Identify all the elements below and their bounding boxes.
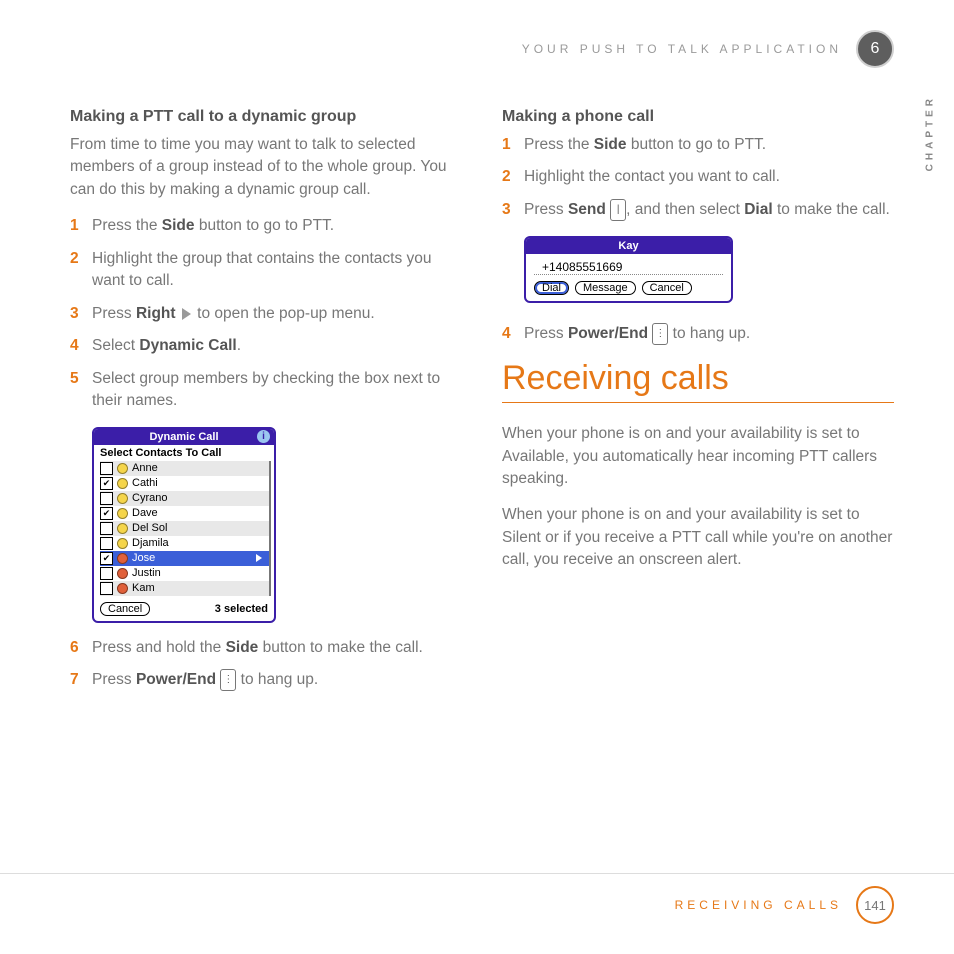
step-number: 2 xyxy=(70,248,92,293)
step-number: 1 xyxy=(502,134,524,156)
checkbox[interactable]: ✔ xyxy=(100,477,113,490)
left-steps: 1 Press the Side button to go to PTT. 2 … xyxy=(70,215,462,412)
dial-button[interactable]: Dial xyxy=(534,281,569,295)
checkbox[interactable]: ✔ xyxy=(100,507,113,520)
contact-row[interactable]: ✔ Cathi xyxy=(100,476,270,491)
status-face-icon xyxy=(117,478,128,489)
step-number: 3 xyxy=(502,199,524,222)
power-end-key-icon: ⋮ xyxy=(220,669,236,691)
left-column: Making a PTT call to a dynamic group Fro… xyxy=(70,108,462,706)
contact-row[interactable]: Del Sol xyxy=(100,521,270,536)
checkbox[interactable] xyxy=(100,492,113,505)
checkbox[interactable] xyxy=(100,522,113,535)
checkbox[interactable] xyxy=(100,567,113,580)
step-text: Highlight the contact you want to call. xyxy=(524,166,894,188)
right-arrow-icon xyxy=(182,308,191,320)
step-number: 7 xyxy=(70,669,92,692)
step-text: Press the Side button to go to PTT. xyxy=(92,215,462,237)
receiving-para-2: When your phone is on and your availabil… xyxy=(502,504,894,571)
contact-name: Del Sol xyxy=(132,522,167,534)
chevron-right-icon xyxy=(256,554,262,562)
checkbox[interactable] xyxy=(100,462,113,475)
step-text: Select Dynamic Call. xyxy=(92,335,462,357)
right-heading: Making a phone call xyxy=(502,108,894,126)
step-text: Press Power/End ⋮ to hang up. xyxy=(92,669,462,692)
contact-name: Jose xyxy=(132,552,155,564)
cancel-button[interactable]: Cancel xyxy=(642,281,692,295)
contact-name: Dave xyxy=(132,507,158,519)
step-text: Press Send |, and then select Dial to ma… xyxy=(524,199,894,222)
status-face-icon xyxy=(117,508,128,519)
phone-number: +14085551669 xyxy=(534,256,723,275)
info-icon[interactable]: i xyxy=(257,430,270,443)
step-number: 6 xyxy=(70,637,92,659)
contact-name: Cathi xyxy=(132,477,158,489)
page-number-badge: 141 xyxy=(856,886,894,924)
status-face-icon xyxy=(117,583,128,594)
contact-row[interactable]: Anne xyxy=(100,461,270,476)
status-face-icon xyxy=(117,568,128,579)
page-header: YOUR PUSH TO TALK APPLICATION 6 xyxy=(70,30,894,68)
dialog-subtitle: Select Contacts To Call xyxy=(94,445,274,461)
section-divider xyxy=(502,402,894,403)
send-key-icon: | xyxy=(610,199,626,221)
step-text: Press Right to open the pop-up menu. xyxy=(92,303,462,325)
left-heading: Making a PTT call to a dynamic group xyxy=(70,108,462,126)
right-column: Making a phone call 1 Press the Side but… xyxy=(502,108,894,706)
footer-section-title: RECEIVING CALLS xyxy=(675,898,842,912)
contact-name: Anne xyxy=(132,462,158,474)
step-number: 1 xyxy=(70,215,92,237)
receiving-para-1: When your phone is on and your availabil… xyxy=(502,423,894,490)
chapter-label: CHAPTER xyxy=(924,95,935,171)
checkbox[interactable]: ✔ xyxy=(100,552,113,565)
step-number: 5 xyxy=(70,368,92,413)
step-text: Select group members by checking the box… xyxy=(92,368,462,413)
status-face-icon xyxy=(117,538,128,549)
left-intro: From time to time you may want to talk t… xyxy=(70,134,462,201)
step-number: 3 xyxy=(70,303,92,325)
power-end-key-icon: ⋮ xyxy=(652,323,668,345)
contact-list: Anne ✔ Cathi Cyrano ✔ Dave Del Sol Djamila ✔ Jose… xyxy=(94,461,274,596)
contact-row[interactable]: Justin xyxy=(100,566,270,581)
right-steps-cont: 4 Press Power/End ⋮ to hang up. xyxy=(502,323,894,346)
message-button[interactable]: Message xyxy=(575,281,636,295)
dialog-title: Kay xyxy=(526,238,731,254)
status-face-icon xyxy=(117,553,128,564)
contact-row[interactable]: ✔ Dave xyxy=(100,506,270,521)
status-face-icon xyxy=(117,463,128,474)
contact-name: Djamila xyxy=(132,537,169,549)
checkbox[interactable] xyxy=(100,537,113,550)
contact-row[interactable]: ✔ Jose xyxy=(100,551,270,566)
contact-name: Justin xyxy=(132,567,161,579)
contact-name: Kam xyxy=(132,582,155,594)
dialog-title: Dynamic Call i xyxy=(94,429,274,445)
cancel-button[interactable]: Cancel xyxy=(100,602,150,616)
right-steps: 1 Press the Side button to go to PTT. 2 … xyxy=(502,134,894,222)
checkbox[interactable] xyxy=(100,582,113,595)
step-text: Highlight the group that contains the co… xyxy=(92,248,462,293)
step-text: Press Power/End ⋮ to hang up. xyxy=(524,323,894,346)
contact-row[interactable]: Cyrano xyxy=(100,491,270,506)
phone-call-dialog: Kay +14085551669 Dial Message Cancel xyxy=(524,236,733,303)
contact-name: Cyrano xyxy=(132,492,167,504)
left-steps-cont: 6 Press and hold the Side button to make… xyxy=(70,637,462,692)
status-face-icon xyxy=(117,523,128,534)
selected-count: 3 selected xyxy=(215,603,268,615)
contact-row[interactable]: Kam xyxy=(100,581,270,596)
contact-row[interactable]: Djamila xyxy=(100,536,270,551)
step-number: 4 xyxy=(70,335,92,357)
section-heading: Receiving calls xyxy=(502,359,894,398)
step-number: 2 xyxy=(502,166,524,188)
step-text: Press and hold the Side button to make t… xyxy=(92,637,462,659)
status-face-icon xyxy=(117,493,128,504)
dynamic-call-dialog: Dynamic Call i Select Contacts To Call A… xyxy=(92,427,276,623)
scrollbar[interactable] xyxy=(268,461,272,596)
step-number: 4 xyxy=(502,323,524,346)
step-text: Press the Side button to go to PTT. xyxy=(524,134,894,156)
page-footer: RECEIVING CALLS 141 xyxy=(0,873,954,924)
chapter-number-badge: 6 xyxy=(856,30,894,68)
header-section-title: YOUR PUSH TO TALK APPLICATION xyxy=(522,42,842,56)
